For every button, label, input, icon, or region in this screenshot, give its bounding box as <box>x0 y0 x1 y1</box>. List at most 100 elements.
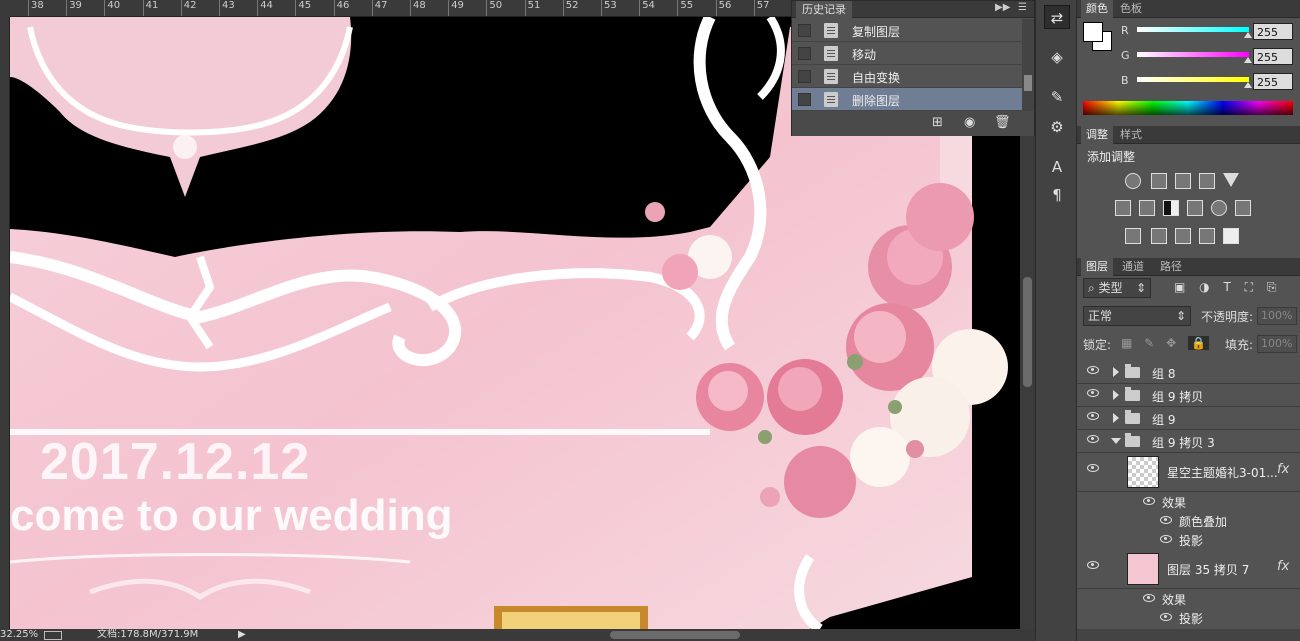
gradient-map-icon[interactable] <box>1199 228 1215 244</box>
tab-paths[interactable]: 路径 <box>1155 258 1187 276</box>
tab-history[interactable]: 历史记录 <box>796 1 852 18</box>
effect-drop-shadow-row[interactable]: 投影 <box>1077 608 1300 626</box>
history-item[interactable]: 移动 <box>792 42 1022 65</box>
visibility-eye-icon[interactable] <box>1087 389 1099 397</box>
expand-right-icon[interactable] <box>1113 413 1119 423</box>
3d-icon[interactable]: ◈ <box>1044 45 1070 69</box>
lock-transparent-icon[interactable]: ▦ <box>1121 336 1132 350</box>
visibility-eye-icon[interactable] <box>1160 516 1172 524</box>
history-scrollbar[interactable] <box>1022 19 1034 111</box>
tool-options-icon[interactable]: ⚙ <box>1044 115 1070 139</box>
curves-icon[interactable] <box>1175 173 1191 189</box>
filter-smart-object-icon[interactable]: ⎘ <box>1267 280 1277 294</box>
channel-value-input[interactable]: 255 <box>1253 23 1293 40</box>
character-panel-icon[interactable]: A <box>1044 155 1070 179</box>
expand-right-icon[interactable] <box>1113 390 1119 400</box>
expand-right-icon[interactable] <box>1113 367 1119 377</box>
snapshot-camera-icon[interactable]: ◉ <box>964 115 975 130</box>
history-snapshot-checkbox[interactable] <box>798 47 811 60</box>
color-balance-icon[interactable] <box>1139 200 1155 216</box>
fx-icon[interactable]: fx <box>1277 559 1289 574</box>
exposure-icon[interactable] <box>1199 173 1215 189</box>
invert-icon[interactable] <box>1125 228 1141 244</box>
slider-knob[interactable] <box>1244 57 1252 63</box>
lock-brush-icon[interactable]: ✎ <box>1144 336 1154 350</box>
scrollbar-thumb[interactable] <box>1023 277 1032 387</box>
status-menu-arrow-icon[interactable]: ▶ <box>238 629 246 641</box>
history-snapshot-checkbox[interactable] <box>798 70 811 83</box>
slider-knob[interactable] <box>1244 82 1252 88</box>
expand-down-icon[interactable] <box>1111 438 1121 444</box>
lock-position-icon[interactable]: ✥ <box>1166 336 1176 350</box>
history-item[interactable]: 复制图层 <box>792 19 1022 42</box>
effect-drop-shadow-row[interactable]: 投影 <box>1077 530 1300 548</box>
history-item[interactable]: 自由变换 <box>792 65 1022 88</box>
layer-group[interactable]: 组 8 <box>1077 361 1300 384</box>
visibility-eye-icon[interactable] <box>1160 535 1172 543</box>
history-snapshot-checkbox[interactable] <box>798 24 811 37</box>
tab-channels[interactable]: 通道 <box>1117 258 1149 276</box>
foreground-color-swatch[interactable] <box>1083 22 1103 42</box>
hue-saturation-icon[interactable] <box>1115 200 1131 216</box>
history-item[interactable]: 删除图层 <box>792 88 1022 111</box>
channel-mixer-icon[interactable] <box>1211 200 1227 216</box>
horizontal-scrollbar-thumb[interactable] <box>610 631 740 639</box>
paragraph-panel-icon[interactable]: ¶ <box>1044 183 1070 207</box>
channel-slider[interactable] <box>1137 77 1249 82</box>
color-lookup-icon[interactable] <box>1235 200 1251 216</box>
fx-icon[interactable]: fx <box>1277 462 1289 477</box>
visibility-eye-icon[interactable] <box>1160 613 1172 621</box>
filter-pixel-icon[interactable]: ▣ <box>1174 280 1185 294</box>
color-spectrum[interactable] <box>1083 101 1293 115</box>
brightness-icon[interactable] <box>1125 173 1141 189</box>
visibility-eye-icon[interactable] <box>1087 412 1099 420</box>
new-document-from-state-icon[interactable]: ⊞ <box>932 115 943 130</box>
tab-color[interactable]: 颜色 <box>1081 0 1113 18</box>
channel-slider[interactable] <box>1137 27 1249 32</box>
history-panel-icon[interactable]: ⇄ <box>1044 5 1070 29</box>
layer-effects-row[interactable]: 效果 <box>1077 589 1300 607</box>
history-snapshot-checkbox[interactable] <box>798 93 811 106</box>
blend-mode-select[interactable]: 正常 ⇕ <box>1083 306 1191 326</box>
filter-shape-icon[interactable]: ⛶ <box>1245 280 1253 294</box>
layer-group[interactable]: 组 9 <box>1077 407 1300 430</box>
zoom-level[interactable]: 32.25% <box>0 629 38 641</box>
visibility-eye-icon[interactable] <box>1143 497 1155 505</box>
layer-35-copy-7[interactable]: 图层 35 拷贝 7 fx <box>1077 549 1300 589</box>
channel-value-input[interactable]: 255 <box>1253 73 1293 90</box>
share-icon[interactable] <box>44 631 62 640</box>
layer-starry-wedding[interactable]: 星空主题婚礼3-01... fx <box>1077 452 1300 492</box>
vibrance-icon[interactable] <box>1223 173 1239 187</box>
filter-type-icon[interactable]: T <box>1223 280 1230 294</box>
lock-all-icon[interactable]: 🔒 <box>1187 336 1209 350</box>
layer-filter-select[interactable]: ⌕ 类型 ⇕ <box>1083 278 1151 298</box>
filter-adjustment-icon[interactable]: ◑ <box>1199 280 1209 294</box>
black-white-icon[interactable] <box>1163 200 1179 216</box>
effect-color-overlay-row[interactable]: 颜色叠加 <box>1077 511 1300 529</box>
posterize-icon[interactable] <box>1151 228 1167 244</box>
visibility-eye-icon[interactable] <box>1143 594 1155 602</box>
layer-group[interactable]: 组 9 拷贝 3 <box>1077 430 1300 453</box>
visibility-eye-icon[interactable] <box>1087 435 1099 443</box>
layer-effects-row[interactable]: 效果 <box>1077 492 1300 510</box>
history-scrollbar-thumb[interactable] <box>1024 75 1032 91</box>
trash-icon[interactable]: 🗑 <box>994 115 1011 130</box>
tab-layers[interactable]: 图层 <box>1081 258 1113 276</box>
tab-swatches[interactable]: 色板 <box>1115 0 1147 18</box>
selective-color-icon[interactable] <box>1223 228 1239 244</box>
photo-filter-icon[interactable] <box>1187 200 1203 216</box>
threshold-icon[interactable] <box>1175 228 1191 244</box>
slider-knob[interactable] <box>1244 32 1252 38</box>
collapse-icon[interactable]: ▶▶ <box>995 2 1010 13</box>
levels-icon[interactable] <box>1151 173 1167 189</box>
tab-styles[interactable]: 样式 <box>1115 126 1147 144</box>
layer-group[interactable]: 组 9 拷贝 <box>1077 384 1300 407</box>
channel-value-input[interactable]: 255 <box>1253 48 1293 65</box>
panel-menu-icon[interactable]: ☰ <box>1018 2 1027 13</box>
opacity-input[interactable]: 100% <box>1257 307 1297 325</box>
visibility-eye-icon[interactable] <box>1087 561 1099 569</box>
channel-slider[interactable] <box>1137 52 1249 57</box>
fill-input[interactable]: 100% <box>1257 335 1297 353</box>
tab-adjustments[interactable]: 调整 <box>1081 126 1113 144</box>
visibility-eye-icon[interactable] <box>1087 366 1099 374</box>
